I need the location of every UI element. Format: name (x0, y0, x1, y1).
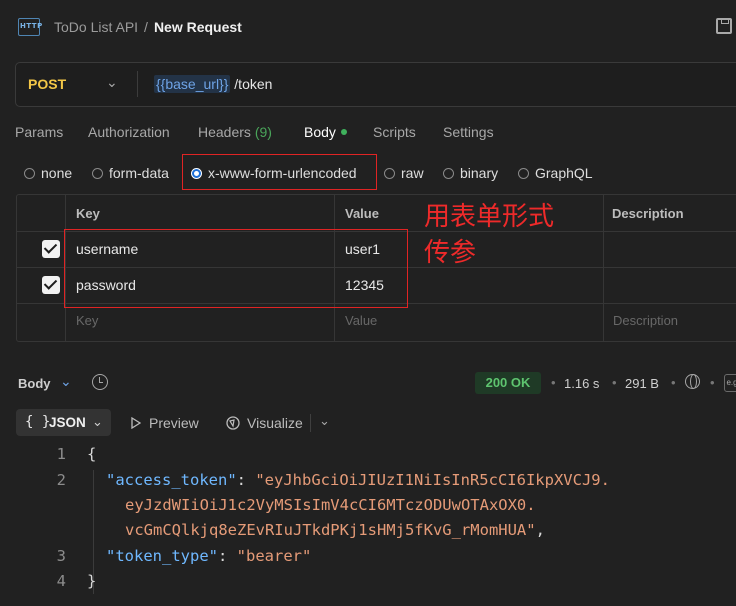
annotation-note: 用表单形式 传参 (424, 199, 604, 271)
meta-separator: • (710, 375, 715, 390)
meta-separator: • (551, 375, 556, 390)
response-body-label[interactable]: Body (18, 376, 51, 391)
method-selector[interactable]: POST (28, 76, 66, 92)
radio-raw-label: raw (401, 165, 424, 181)
url-bar: POST ⌄ {{base_url}} /token (15, 62, 736, 107)
http-request-icon: HTTP (18, 18, 43, 36)
json-string: "bearer" (236, 547, 312, 565)
json-key: "access_token" (106, 471, 237, 489)
format-selector[interactable]: { } JSON ⌄ (16, 409, 111, 436)
visualize-button[interactable]: Visualize (225, 415, 303, 431)
http-icon-text: HTTP (20, 22, 43, 30)
url-variable: {{base_url}} (154, 75, 231, 93)
code-line: "access_token": "eyJhbGciOiJIUzI1NiIsInR… (106, 471, 610, 489)
json-string: vcGmCQlkjq8eZEvRIuJTkdPKj1sHMj5fKvG_rMom… (125, 521, 536, 539)
tab-body-label: Body (304, 124, 336, 140)
column-header-value: Value (345, 206, 379, 221)
save-example-icon[interactable]: e.g (724, 374, 736, 392)
line-number: 1 (56, 445, 66, 463)
active-dot-icon (340, 129, 347, 135)
row-checkbox[interactable] (42, 240, 60, 258)
column-header-key: Key (76, 206, 100, 221)
url-path: /token (230, 76, 273, 92)
chevron-down-icon[interactable]: ⌄ (60, 373, 72, 390)
code-line: { (87, 445, 97, 463)
json-key: "token_type" (106, 547, 218, 565)
annotation-box-params (64, 229, 408, 308)
json-string: eyJzdWIiOiJ1c2VyMSIsImV4cCI6MTczODUwOTAx… (125, 496, 536, 514)
radio-binary-label: binary (460, 165, 499, 181)
radio-form-data[interactable]: form-data (92, 165, 169, 181)
tab-scripts[interactable]: Scripts (373, 124, 416, 140)
radio-circle-icon (24, 168, 35, 179)
meta-separator: • (612, 375, 617, 390)
format-divider (310, 414, 311, 432)
breadcrumb-separator: / (144, 19, 148, 35)
radio-none[interactable]: none (24, 165, 72, 181)
code-line-wrap: vcGmCQlkjq8eZEvRIuJTkdPKj1sHMj5fKvG_rMom… (125, 521, 545, 539)
line-number: 2 (56, 471, 66, 489)
breadcrumb-collection[interactable]: ToDo List API (54, 19, 138, 35)
row-checkbox[interactable] (42, 276, 60, 294)
json-braces-icon: { } (25, 414, 51, 430)
code-line: "token_type": "bearer" (106, 547, 312, 565)
radio-graphql-label: GraphQL (535, 165, 593, 181)
response-bar: Body ⌄ 200 OK • 1.16 s • 291 B • • e.g (0, 368, 736, 398)
request-title[interactable]: New Request (154, 19, 242, 35)
tab-headers-count: (9) (254, 124, 272, 140)
radio-circle-icon (518, 168, 529, 179)
radio-binary[interactable]: binary (443, 165, 498, 181)
response-size[interactable]: 291 B (625, 376, 659, 391)
url-input[interactable]: {{base_url}} /token (154, 75, 273, 93)
url-bar-divider (137, 71, 138, 97)
line-number: 4 (56, 572, 66, 590)
preview-button[interactable]: Preview (131, 415, 199, 431)
annotation-line-2: 传参 (424, 238, 477, 268)
tab-body[interactable]: Body (304, 124, 347, 140)
radio-circle-icon (92, 168, 103, 179)
radio-form-data-label: form-data (109, 165, 169, 181)
history-icon[interactable] (92, 374, 108, 390)
tab-headers[interactable]: Headers (9) (198, 124, 272, 140)
tab-authorization[interactable]: Authorization (88, 124, 170, 140)
meta-separator: • (671, 375, 676, 390)
json-string: "eyJhbGciOiJIUzI1NiIsInR5cCI6IkpXVCJ9. (255, 471, 610, 489)
new-value-input[interactable]: Value (345, 313, 377, 328)
new-description-input[interactable]: Description (613, 313, 678, 328)
annotation-line-1: 用表单形式 (424, 202, 555, 232)
code-line: } (87, 572, 97, 590)
status-badge[interactable]: 200 OK (475, 372, 541, 394)
radio-circle-icon (384, 168, 395, 179)
radio-none-label: none (41, 165, 73, 181)
preview-label: Preview (149, 415, 199, 431)
radio-graphql[interactable]: GraphQL (518, 165, 593, 181)
visualize-icon (225, 415, 241, 431)
new-key-input[interactable]: Key (76, 313, 98, 328)
radio-raw[interactable]: raw (384, 165, 424, 181)
radio-circle-icon (443, 168, 454, 179)
annotation-box-urlencoded (182, 154, 377, 190)
tab-headers-label: Headers (198, 124, 251, 140)
tab-settings[interactable]: Settings (443, 124, 494, 140)
column-header-description: Description (612, 206, 684, 221)
chevron-down-icon: ⌄ (92, 414, 103, 429)
play-icon (131, 416, 142, 430)
format-label: JSON (49, 415, 86, 430)
line-number: 3 (56, 547, 66, 565)
visualize-label: Visualize (247, 415, 303, 431)
globe-icon[interactable] (685, 374, 700, 389)
tab-params[interactable]: Params (15, 124, 63, 140)
response-time[interactable]: 1.16 s (564, 376, 599, 391)
chevron-down-icon[interactable]: ⌄ (106, 74, 118, 91)
breadcrumb: ToDo List API / New Request (54, 19, 242, 35)
chevron-down-icon[interactable]: ⌄ (319, 413, 330, 429)
save-icon[interactable] (716, 18, 732, 34)
code-line-wrap: eyJzdWIiOiJ1c2VyMSIsImV4cCI6MTczODUwOTAx… (125, 496, 536, 514)
